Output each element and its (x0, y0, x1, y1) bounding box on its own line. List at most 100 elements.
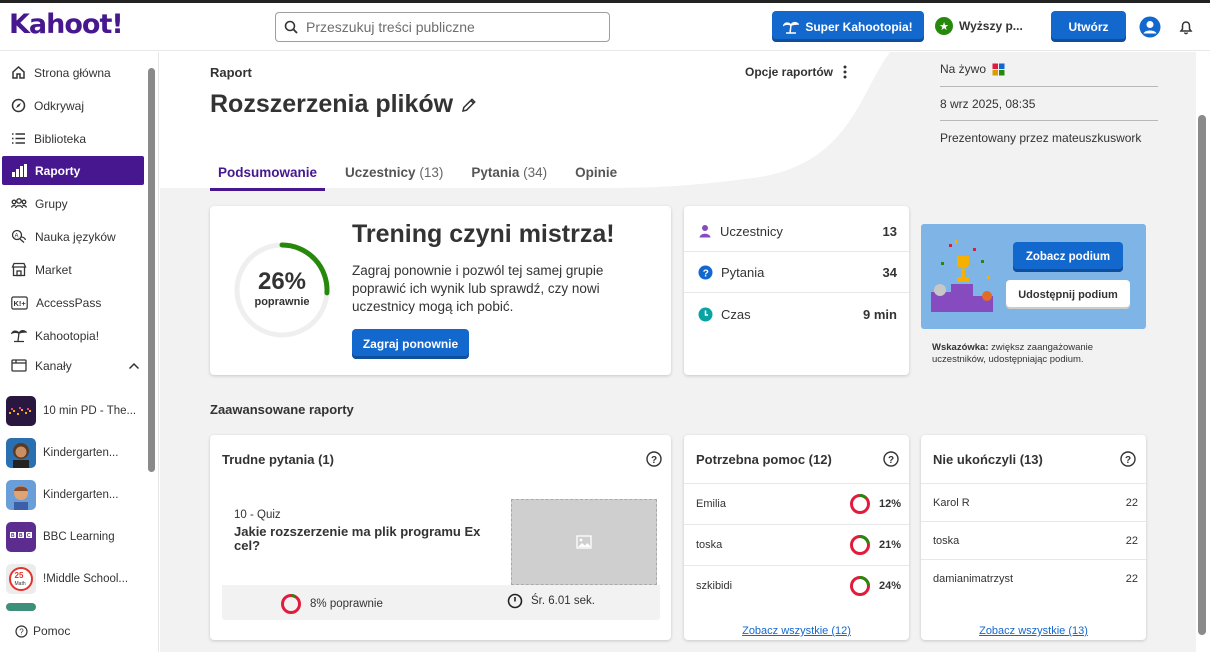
table-row[interactable]: Emilia 12% (684, 483, 909, 524)
channel-item[interactable] (6, 603, 144, 611)
table-row[interactable]: Karol R 22 (921, 483, 1146, 521)
main-content: Raport Rozszerzenia plików Opcje raportó… (160, 52, 1196, 652)
help-circle-icon[interactable]: ? (646, 451, 662, 467)
chevron-up-icon[interactable] (128, 362, 140, 370)
sidebar-item-languages[interactable]: A Nauka języków (2, 222, 144, 251)
table-row[interactable]: toska 21% (684, 524, 909, 565)
table-row[interactable]: damianimatrzyst 22 (921, 559, 1146, 597)
channel-item[interactable]: Kindergarten... (6, 479, 144, 511)
sidebar-scrollbar-thumb[interactable] (148, 68, 155, 472)
channel-label: 10 min PD - The... (43, 405, 137, 417)
stat-time: Czas 9 min (684, 294, 909, 335)
not-finished-title: Nie ukończyli (13) (933, 452, 1043, 467)
main-scrollbar-thumb[interactable] (1198, 115, 1206, 635)
podium-tip: Wskazówka: zwiększ zaangażowanie uczestn… (932, 342, 1094, 365)
person-icon (699, 225, 711, 238)
user-avatar-icon[interactable] (1139, 16, 1161, 38)
page-title: Rozszerzenia plików (210, 90, 477, 119)
difficult-questions-card[interactable]: Trudne pytania (1) ? 10 - Quiz Jakie roz… (210, 435, 671, 640)
help-circle-icon: ? (15, 624, 28, 638)
needs-help-card: Potrzebna pomoc (12) ? Emilia 12% toska … (684, 435, 909, 640)
share-podium-button[interactable]: Udostępnij podium (1006, 280, 1130, 309)
sidebar-item-library[interactable]: Biblioteka (2, 124, 144, 153)
sidebar-item-reports[interactable]: Raporty (2, 156, 144, 185)
bar-chart-icon (12, 164, 27, 177)
compass-icon (11, 98, 26, 113)
play-again-button[interactable]: Zagraj ponownie (352, 329, 469, 359)
question-avg-time-label: Śr. 6.01 sek. (531, 595, 595, 607)
top-bar: Kahoot! Super Kahootopia! ★ Wyższy p... … (0, 3, 1210, 51)
tab-participants[interactable]: Uczestnicy (13) (337, 160, 451, 191)
channel-item[interactable]: BBC BBC Learning (6, 521, 144, 553)
channel-thumbnail (6, 396, 36, 426)
channel-label: Kindergarten... (43, 447, 119, 459)
image-icon (576, 535, 592, 549)
accuracy-ring-icon (849, 494, 870, 514)
question-accuracy: 8% poprawnie (280, 593, 383, 615)
sidebar-item-home[interactable]: Strona główna (2, 58, 144, 87)
help-circle-icon[interactable]: ? (883, 451, 899, 467)
create-button[interactable]: Utwórz (1051, 11, 1126, 42)
difficult-question-item[interactable]: 10 - Quiz Jakie rozszerzenie ma plik pro… (222, 497, 660, 620)
report-label: Raport (210, 65, 252, 80)
search-icon (284, 20, 298, 34)
unanswered-count: 22 (1125, 496, 1138, 509)
list-icon (12, 133, 25, 144)
tab-summary[interactable]: Podsumowanie (210, 160, 326, 191)
sidebar-item-groups[interactable]: Grupy (2, 189, 144, 218)
summary-heading: Trening czyni mistrza! (352, 220, 615, 248)
search-box[interactable] (275, 12, 610, 42)
help-label: Pomoc (33, 624, 71, 638)
accuracy-ring-icon (281, 594, 301, 614)
mini-ring-fill (859, 576, 870, 586)
question-circle-icon: ? (698, 265, 713, 279)
stat-value: 9 min (863, 307, 897, 322)
table-row[interactable]: szkibidi 24% (684, 565, 909, 606)
notification-bell-icon[interactable] (1178, 19, 1194, 35)
report-options-button[interactable]: Opcje raportów (745, 65, 847, 79)
sidebar-item-kahootopia[interactable]: Kahootopia! (2, 321, 144, 350)
question-content: 10 - Quiz Jakie rozszerzenie ma plik pro… (222, 497, 660, 585)
podium-illustration (931, 240, 993, 312)
see-all-help-link[interactable]: Zobacz wszystkie (12) (684, 625, 909, 637)
sidebar-item-label: Kanały (35, 358, 72, 373)
channel-item[interactable]: 25 Math !Middle School... (6, 563, 144, 595)
channels-icon (11, 359, 27, 372)
sidebar-item-channels[interactable]: Kanały (2, 351, 144, 380)
accuracy-label: poprawnie (254, 296, 310, 308)
unanswered-count: 22 (1125, 572, 1138, 585)
star-icon: ★ (935, 17, 953, 35)
table-row[interactable]: toska 22 (921, 521, 1146, 559)
report-info: Na żywo 8 wrz 2025, 08:35 Prezentowany p… (940, 52, 1158, 155)
sidebar-item-label: Market (35, 262, 72, 277)
see-podium-button[interactable]: Zobacz podium (1013, 242, 1123, 272)
tab-questions[interactable]: Pytania (34) (463, 160, 555, 191)
see-all-not-finished-link[interactable]: Zobacz wszystkie (13) (921, 625, 1146, 637)
sidebar-item-label: Raporty (35, 163, 81, 178)
accuracy-ring-icon (849, 576, 870, 596)
store-icon (11, 262, 27, 277)
channel-label: BBC Learning (43, 531, 115, 543)
search-input[interactable] (306, 19, 596, 35)
kahoot-logo[interactable]: Kahoot! (9, 9, 124, 40)
edit-pencil-icon[interactable] (461, 97, 477, 113)
stat-questions: ? Pytania 34 (684, 252, 909, 293)
sidebar-item-discover[interactable]: Odkrywaj (2, 91, 144, 120)
channel-thumbnail: BBC (6, 522, 36, 552)
help-circle-icon[interactable]: ? (1120, 451, 1136, 467)
sidebar-item-accesspass[interactable]: K!+ AccessPass (2, 288, 144, 317)
sidebar-item-label: Biblioteka (34, 131, 87, 146)
upgrade-button[interactable]: ★ Wyższy p... (935, 17, 1023, 35)
question-meta: 10 - Quiz (234, 509, 281, 521)
super-kahootopia-button[interactable]: Super Kahootopia! (772, 11, 924, 42)
question-image-placeholder (511, 499, 657, 585)
tab-feedback[interactable]: Opinie (567, 160, 625, 191)
channel-item[interactable]: Kindergarten... (6, 437, 144, 469)
channel-item[interactable]: 10 min PD - The... (6, 395, 144, 427)
upgrade-label: Wyższy p... (959, 19, 1023, 33)
sidebar-item-label: Grupy (35, 196, 68, 211)
sidebar-item-market[interactable]: Market (2, 255, 144, 284)
help-button[interactable]: ? Pomoc (15, 624, 70, 638)
stats-card: Uczestnicy 13 ? Pytania 34 Czas 9 min (684, 206, 909, 375)
stat-participants: Uczestnicy 13 (684, 211, 909, 252)
